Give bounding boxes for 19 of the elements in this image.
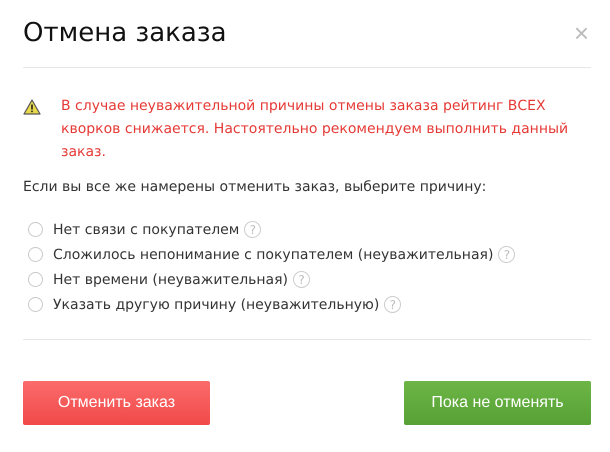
keep-order-button[interactable]: Пока не отменять	[404, 381, 591, 425]
radio-button[interactable]	[28, 297, 43, 312]
warning-message: В случае неуважительной причины отмены заказа рейтинг ВСЕХ кворков снижается. Настоятельно рекомендуем выполнить данный заказ.	[61, 97, 570, 162]
help-icon[interactable]: ?	[293, 271, 310, 288]
cancel-order-button[interactable]: Отменить заказ	[23, 381, 210, 425]
dialog-title: Отмена заказа	[23, 18, 227, 48]
radio-button[interactable]	[28, 272, 43, 287]
reason-label[interactable]: Нет связи с покупателем	[53, 222, 240, 238]
help-icon[interactable]: ?	[384, 296, 402, 313]
help-icon[interactable]: ?	[498, 246, 516, 263]
reason-label[interactable]: Указать другую причину (неуважительную)	[53, 296, 380, 312]
reason-label[interactable]: Нет времени (неуважительная)	[53, 272, 288, 288]
warning-icon	[23, 99, 41, 115]
radio-button[interactable]	[28, 222, 43, 237]
close-button[interactable]: ×	[572, 20, 591, 46]
prompt-text: Если вы все же намерены отменить заказ, выберите причину:	[23, 179, 488, 195]
radio-button[interactable]	[28, 247, 43, 262]
help-icon[interactable]: ?	[244, 221, 262, 238]
reason-label[interactable]: Сложилось непонимание с покупателем (неуважительная)	[53, 246, 494, 262]
